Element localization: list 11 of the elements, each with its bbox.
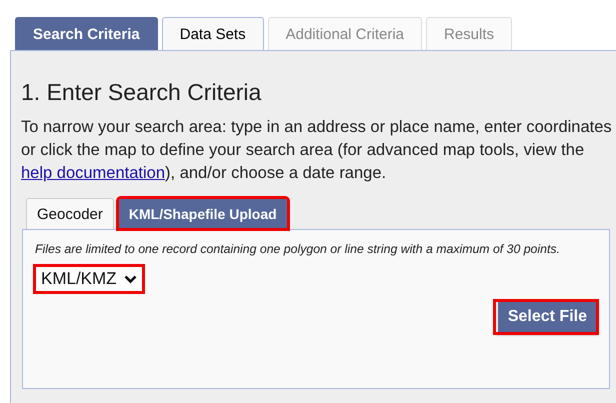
tab[interactable]: Data Sets (162, 17, 264, 50)
help-link[interactable]: help documentation (21, 164, 166, 182)
tab[interactable]: Geocoder (26, 198, 114, 229)
section-heading: 1. Enter Search Criteria (21, 79, 262, 106)
select-file-button[interactable]: Select File (494, 301, 597, 333)
instructions-text: To narrow your search area: type in an address or place name, enter coordinates or click the map to define your search area (for advanced map tools, view the help documentation), and/or choose a date range. (21, 117, 613, 184)
tab[interactable]: Search Criteria (15, 17, 158, 50)
file-type-dropdown[interactable]: KML/KMZ (35, 266, 143, 292)
chevron-down-icon (124, 274, 137, 284)
tab[interactable]: KML/Shapefile Upload (118, 198, 288, 229)
note-text: Files are limited to one record containing one polygon or line string with a maximum of 30 points. (35, 241, 561, 258)
